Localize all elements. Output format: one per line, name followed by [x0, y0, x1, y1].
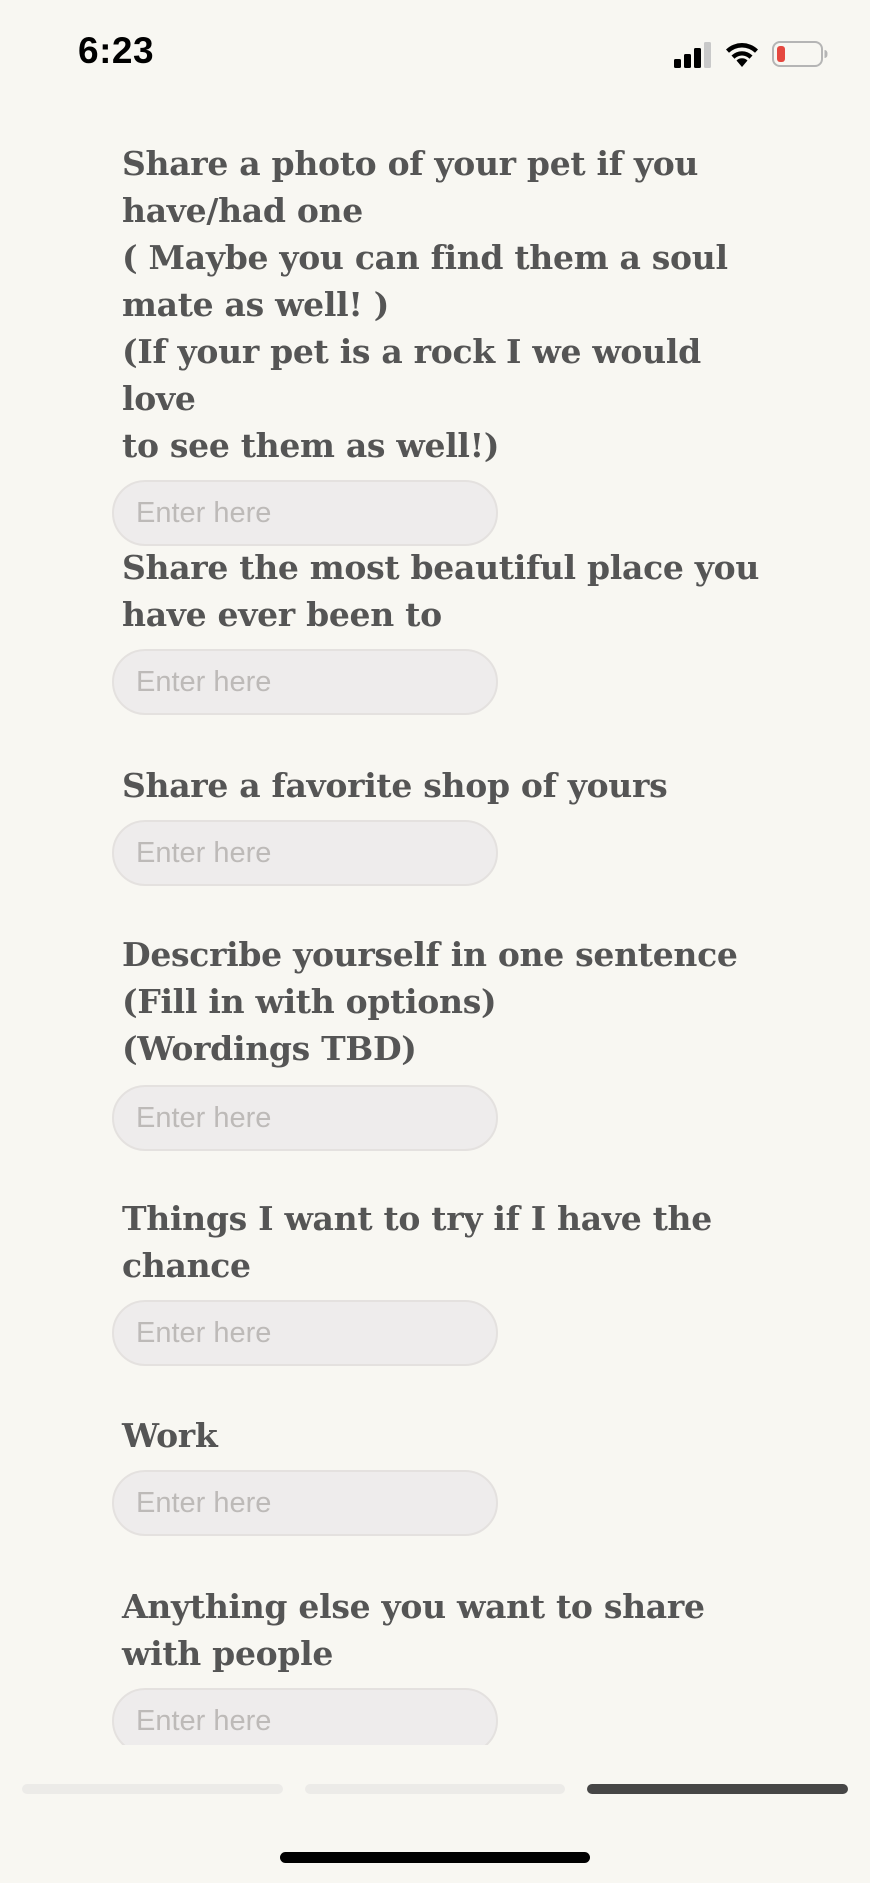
- question-label: Share the most beautiful place you have …: [122, 548, 760, 634]
- profile-questions-form: Share a photo of your pet if you have/ha…: [0, 0, 870, 1745]
- question-beautiful-place: Share the most beautiful place you have …: [112, 544, 762, 715]
- question-favorite-shop: Share a favorite shop of yours: [112, 762, 762, 886]
- describe-yourself-input[interactable]: [112, 1085, 498, 1151]
- question-describe-yourself: Describe yourself in one sentence (Fill …: [112, 931, 762, 1151]
- question-label: Things I want to try if I have the chanc…: [122, 1199, 712, 1285]
- progress-step-3: [587, 1784, 849, 1794]
- question-label: Describe yourself in one sentence (Fill …: [122, 935, 738, 1068]
- question-label: Anything else you want to share with peo…: [122, 1587, 705, 1673]
- progress-step-1: [22, 1784, 283, 1794]
- progress-step-2: [304, 1784, 566, 1794]
- question-work: Work: [112, 1412, 762, 1536]
- favorite-shop-input[interactable]: [112, 820, 498, 886]
- beautiful-place-input[interactable]: [112, 649, 498, 715]
- question-pet-photo: Share a photo of your pet if you have/ha…: [112, 140, 762, 546]
- question-anything-else: Anything else you want to share with peo…: [112, 1583, 762, 1745]
- pet-photo-input[interactable]: [112, 480, 498, 546]
- question-things-to-try: Things I want to try if I have the chanc…: [112, 1195, 762, 1366]
- things-to-try-input[interactable]: [112, 1300, 498, 1366]
- question-label: Share a favorite shop of yours: [122, 766, 668, 805]
- question-label: Work: [122, 1416, 218, 1455]
- step-progress-indicator: [22, 1784, 849, 1794]
- home-indicator[interactable]: [280, 1852, 590, 1863]
- question-label: Share a photo of your pet if you have/ha…: [122, 144, 728, 465]
- anything-else-input[interactable]: [112, 1688, 498, 1745]
- work-input[interactable]: [112, 1470, 498, 1536]
